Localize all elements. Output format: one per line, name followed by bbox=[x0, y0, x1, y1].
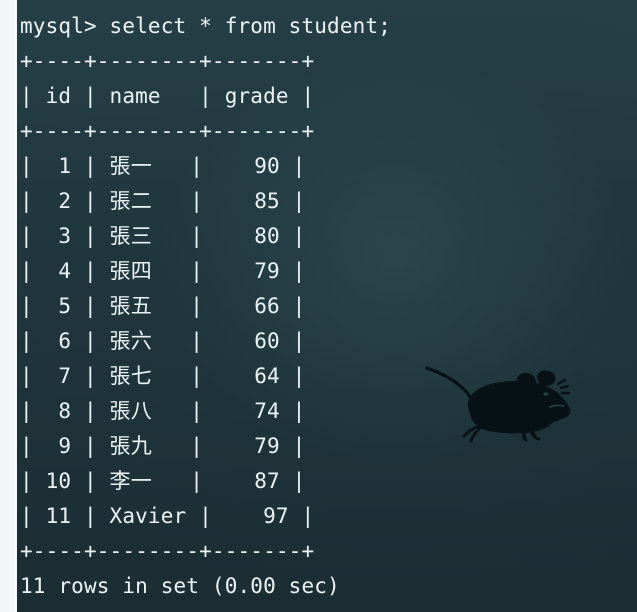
table-row: | 3 | 張三 | 80 | bbox=[20, 224, 306, 248]
table-row: | 6 | 張六 | 60 | bbox=[20, 329, 306, 353]
terminal-window: mysql> select * from student; +----+----… bbox=[0, 0, 637, 612]
table-row: | 10 | 李一 | 87 | bbox=[20, 469, 306, 493]
table-top-border: +----+--------+-------+ bbox=[20, 49, 315, 73]
result-status: 11 rows in set (0.00 sec) bbox=[20, 574, 340, 598]
table-row: | 7 | 張七 | 64 | bbox=[20, 364, 306, 388]
mouse-icon bbox=[425, 366, 571, 443]
table-row: | 11 | Xavier | 97 | bbox=[20, 504, 315, 528]
table-bottom-border: +----+--------+-------+ bbox=[20, 539, 315, 563]
table-row: | 8 | 張八 | 74 | bbox=[20, 399, 306, 423]
table-row: | 1 | 張一 | 90 | bbox=[20, 154, 306, 178]
table-row: | 5 | 張五 | 66 | bbox=[20, 294, 306, 318]
table-header: | id | name | grade | bbox=[20, 84, 315, 108]
table-row: | 4 | 張四 | 79 | bbox=[20, 259, 306, 283]
table-middle-border: +----+--------+-------+ bbox=[20, 119, 315, 143]
command-line: mysql> select * from student; bbox=[20, 14, 391, 38]
table-row: | 9 | 張九 | 79 | bbox=[20, 434, 306, 458]
window-edge-highlight bbox=[14, 0, 17, 612]
table-row: | 2 | 張二 | 85 | bbox=[20, 189, 306, 213]
